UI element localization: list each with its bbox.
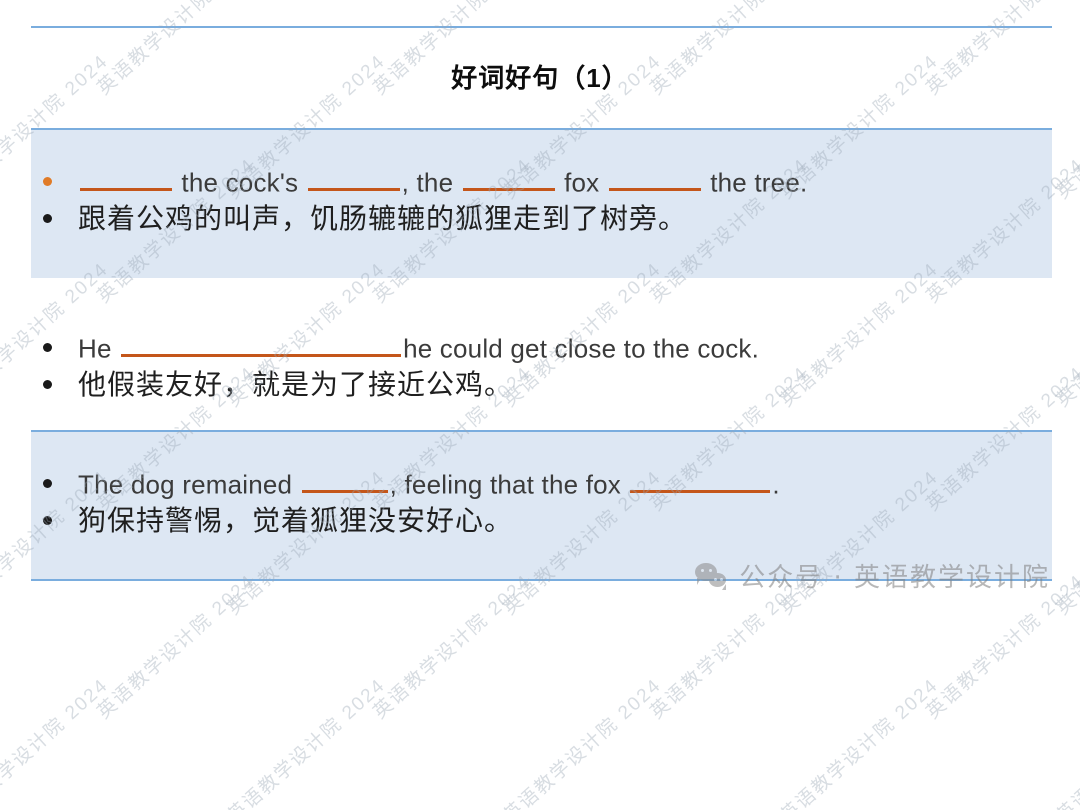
english-sentence-1: the cock's , the fox the tree.	[78, 164, 807, 198]
bullet-line-english-3: The dog remained , feeling that the fox …	[31, 466, 1052, 500]
content-block-1: the cock's , the fox the tree. 跟着公鸡的叫声，饥…	[31, 128, 1052, 278]
wechat-watermark: 公众号 · 英语教学设计院	[695, 557, 1050, 594]
watermark-text: 英语教学设计院 2024	[223, 674, 390, 810]
watermark-text: 英语教学设计院 2024	[776, 674, 943, 810]
fill-in-blank	[121, 330, 402, 358]
bullet-dot-icon	[43, 343, 52, 353]
page-title: 好词好句（1）	[451, 63, 629, 93]
wechat-watermark-label: 公众号 · 英语教学设计院	[739, 563, 1050, 593]
chinese-sentence-3: 狗保持警惕，觉着狐狸没安好心。	[78, 503, 514, 537]
english-sentence-2: He he could get close to the cock.	[78, 330, 759, 364]
watermark-text: 英语教学设计院 2024	[369, 570, 536, 724]
chinese-sentence-2: 他假装友好，就是为了接近公鸡。	[78, 367, 514, 401]
wechat-logo-icon	[695, 562, 729, 590]
bullet-line-chinese-1: 跟着公鸡的叫声，饥肠辘辘的狐狸走到了树旁。	[31, 202, 1052, 235]
fill-in-blank	[630, 466, 771, 494]
bullet-line-chinese-2: 他假装友好，就是为了接近公鸡。	[31, 368, 1052, 401]
bullet-line-english-1: the cock's , the fox the tree.	[31, 164, 1052, 198]
watermark-text: 英语教学设计院 2024	[499, 674, 666, 810]
fill-in-blank	[462, 164, 555, 192]
bullet-dot-icon	[43, 515, 52, 525]
content-block-2: He he could get close to the cock. 他假装友好…	[31, 296, 1052, 420]
fill-in-blank	[608, 164, 701, 192]
english-sentence-3: The dog remained , feeling that the fox …	[78, 466, 780, 500]
top-divider-rule	[31, 26, 1052, 28]
watermark-text: 英语教学设计院 2024	[1052, 675, 1080, 810]
bullet-dot-icon	[43, 177, 52, 187]
fill-in-blank	[301, 466, 388, 494]
watermark-text: 英语教学设计院 2024	[93, 570, 260, 724]
bullet-dot-icon	[43, 213, 52, 223]
bullet-line-chinese-3: 狗保持警惕，觉着狐狸没安好心。	[31, 504, 1052, 537]
watermark-text: 英语教学设计院 2024	[0, 674, 113, 810]
fill-in-blank	[307, 164, 400, 192]
fill-in-blank	[80, 164, 172, 192]
watermark-text: 英语教学设计院 2024	[1052, 259, 1080, 412]
watermark-text: 英语教学设计院 2024	[1052, 467, 1080, 620]
chinese-sentence-1: 跟着公鸡的叫声，饥肠辘辘的狐狸走到了树旁。	[78, 201, 688, 235]
bullet-dot-icon	[43, 379, 52, 389]
bullet-line-english-2: He he could get close to the cock.	[31, 330, 1052, 364]
bullet-dot-icon	[43, 479, 52, 489]
